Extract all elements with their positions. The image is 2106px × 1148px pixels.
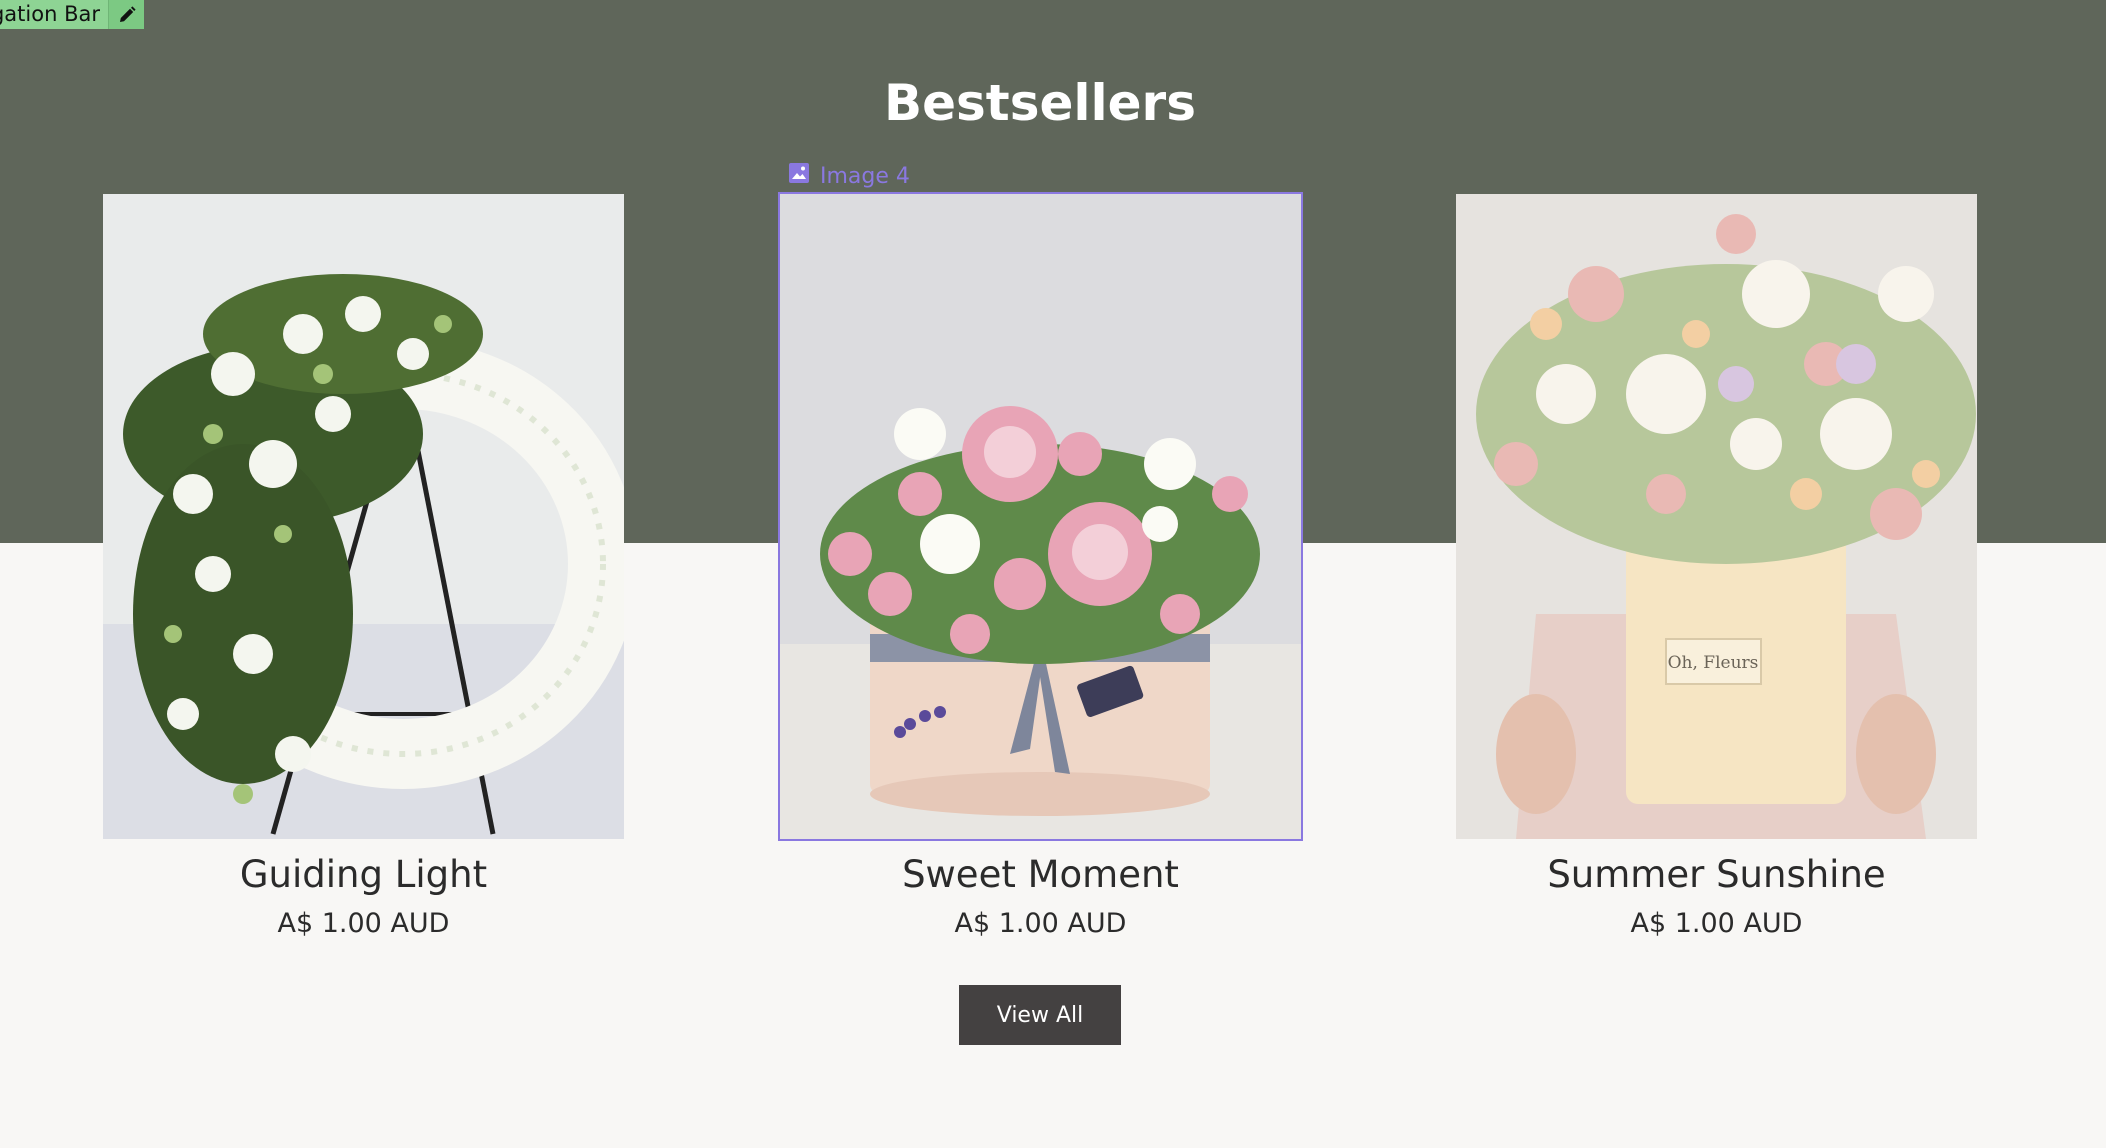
product-price: A$ 1.00 AUD [1630, 908, 1803, 939]
product-price: A$ 1.00 AUD [277, 908, 450, 939]
svg-text:Oh, Fleurs: Oh, Fleurs [1668, 653, 1759, 673]
product-image-wreath[interactable] [103, 194, 624, 839]
editor-section-tag-label: Navigation Bar [0, 2, 100, 26]
pencil-icon[interactable] [108, 0, 144, 29]
product-price: A$ 1.00 AUD [954, 908, 1127, 939]
product-card[interactable]: Sweet Moment A$ 1.00 AUD [778, 192, 1303, 939]
product-image-bouquet[interactable]: Oh, Fleurs [1456, 194, 1977, 839]
product-card[interactable]: Guiding Light A$ 1.00 AUD [103, 194, 624, 939]
selected-element-label: Image 4 [788, 162, 910, 190]
product-name[interactable]: Sweet Moment [780, 853, 1301, 896]
image-icon [788, 162, 810, 190]
product-card[interactable]: Oh, Fleurs Summer Sunshine A$ 1.00 AUD [1456, 194, 1977, 939]
view-all-button[interactable]: View All [959, 985, 1121, 1045]
section-title: Bestsellers [884, 74, 1196, 132]
product-image-hatbox[interactable] [778, 192, 1303, 841]
selected-element-name: Image 4 [820, 163, 910, 189]
product-name[interactable]: Summer Sunshine [1456, 853, 1977, 896]
editor-section-tag[interactable]: Navigation Bar [0, 0, 144, 29]
product-name[interactable]: Guiding Light [103, 853, 624, 896]
